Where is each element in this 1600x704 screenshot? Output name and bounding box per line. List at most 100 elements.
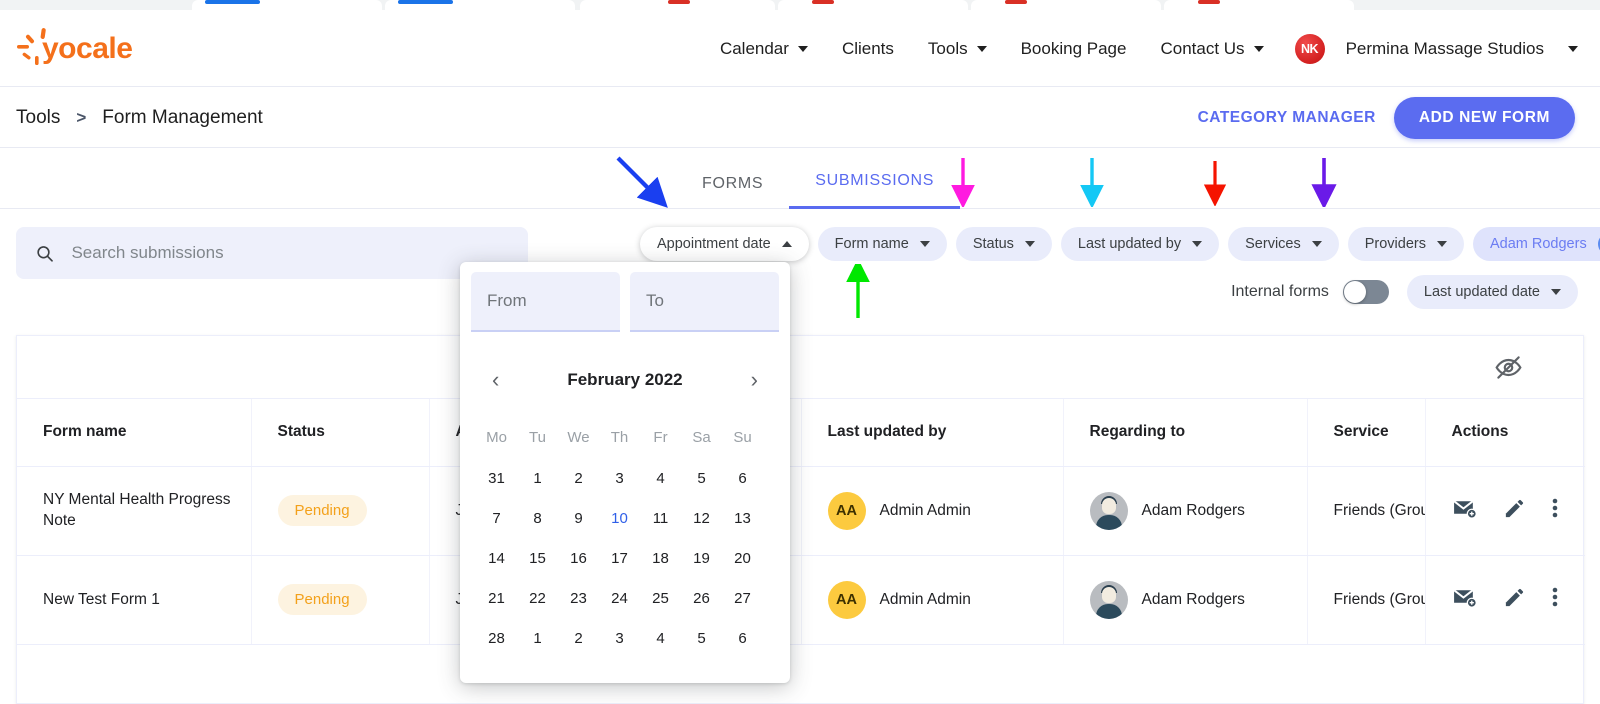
filter-chip-appointment-date[interactable]: Appointment date <box>640 227 809 261</box>
calendar-day[interactable]: 19 <box>681 538 722 578</box>
calendar-day[interactable]: 2 <box>558 458 599 498</box>
calendar-day[interactable]: 13 <box>722 498 763 538</box>
yocale-logo[interactable]: yocale <box>14 26 134 72</box>
browser-tab-4[interactable] <box>778 0 968 10</box>
nav-item-tools[interactable]: Tools <box>911 39 1004 59</box>
filter-chip-last-updated-by-label: Last updated by <box>1077 236 1182 252</box>
calendar-day[interactable]: 28 <box>476 618 517 658</box>
calendar-day[interactable]: 5 <box>681 618 722 658</box>
pencil-icon[interactable] <box>1503 586 1526 614</box>
filter-chip-adam-rodgers-label: Adam Rodgers <box>1489 236 1587 252</box>
table-row[interactable]: New Test Form 1 Pending Jan 18 AA Admin … <box>17 555 1585 645</box>
avatar: AA <box>827 580 866 619</box>
calendar-day[interactable]: 6 <box>722 458 763 498</box>
envelope-icon[interactable] <box>1452 496 1477 526</box>
calendar-day[interactable]: 4 <box>640 458 681 498</box>
filter-chip-services[interactable]: Services <box>1228 227 1339 261</box>
envelope-icon[interactable] <box>1452 585 1477 615</box>
more-vertical-icon[interactable] <box>1552 585 1558 614</box>
filter-chip-last-updated-by[interactable]: Last updated by <box>1060 227 1220 261</box>
cell-form-name: NY Mental Health Progress Note <box>17 466 252 556</box>
column-header-service[interactable]: Service <box>1307 399 1426 467</box>
calendar-day[interactable]: 24 <box>599 578 640 618</box>
breadcrumb-parent[interactable]: Tools <box>16 107 60 129</box>
column-header-form-name[interactable]: Form name <box>17 399 252 467</box>
cell-last-updated-by: AA Admin Admin <box>801 555 1064 645</box>
calendar-day[interactable]: 9 <box>558 498 599 538</box>
pencil-icon[interactable] <box>1503 497 1526 525</box>
calendar-day[interactable]: 12 <box>681 498 722 538</box>
calendar-day[interactable]: 7 <box>476 498 517 538</box>
table-row[interactable]: NY Mental Health Progress Note Pending J… <box>17 466 1585 556</box>
column-header-regarding-to[interactable]: Regarding to <box>1063 399 1308 467</box>
calendar-day[interactable]: 25 <box>640 578 681 618</box>
filter-chip-form-name-label: Form name <box>834 236 909 252</box>
calendar-grid: Mo Tu We Th Fr Sa Su 31 1 2 3 4 5 6 7 8 … <box>460 416 790 658</box>
filter-chip-adam-rodgers[interactable]: Adam Rodgers ✕ <box>1472 227 1600 261</box>
nav-item-clients[interactable]: Clients <box>825 39 911 59</box>
calendar-day[interactable]: 18 <box>640 538 681 578</box>
nav-item-calendar[interactable]: Calendar <box>703 39 825 59</box>
calendar-day[interactable]: 3 <box>599 618 640 658</box>
calendar-day-today[interactable]: 10 <box>599 498 640 538</box>
filter-chip-providers[interactable]: Providers <box>1347 227 1464 261</box>
internal-forms-label: Internal forms <box>1231 283 1329 300</box>
calendar-day[interactable]: 1 <box>517 458 558 498</box>
calendar-day[interactable]: 14 <box>476 538 517 578</box>
internal-forms-toggle-group[interactable]: Internal forms <box>1231 280 1389 304</box>
calendar-day[interactable]: 23 <box>558 578 599 618</box>
browser-tab-5[interactable] <box>971 0 1161 10</box>
category-manager-button[interactable]: CATEGORY MANAGER <box>1198 109 1376 127</box>
chevron-right-icon: > <box>76 107 87 127</box>
column-header-status[interactable]: Status <box>251 399 430 467</box>
calendar-day[interactable]: 16 <box>558 538 599 578</box>
calendar-day[interactable]: 2 <box>558 618 599 658</box>
calendar-day[interactable]: 31 <box>476 458 517 498</box>
calendar-day[interactable]: 6 <box>722 618 763 658</box>
filter-chip-form-name[interactable]: Form name <box>817 227 947 261</box>
chevron-left-icon[interactable]: ‹ <box>492 369 499 391</box>
calendar-day[interactable]: 22 <box>517 578 558 618</box>
calendar-day[interactable]: 1 <box>517 618 558 658</box>
calendar-day[interactable]: 26 <box>681 578 722 618</box>
browser-tab-6[interactable] <box>1164 0 1354 10</box>
sort-chip-last-updated-date[interactable]: Last updated date <box>1406 275 1578 309</box>
tab-forms[interactable]: FORMS <box>676 175 789 209</box>
calendar-day[interactable]: 5 <box>681 458 722 498</box>
internal-forms-toggle[interactable] <box>1342 280 1389 304</box>
date-to-field[interactable]: To <box>630 272 779 332</box>
calendar-day[interactable]: 21 <box>476 578 517 618</box>
calendar-day[interactable]: 20 <box>722 538 763 578</box>
dow-th: Th <box>610 428 629 446</box>
calendar-day[interactable]: 4 <box>640 618 681 658</box>
more-vertical-icon[interactable] <box>1552 496 1558 525</box>
nav-item-contact-us[interactable]: Contact Us <box>1143 39 1280 59</box>
dow-su: Su <box>733 428 752 446</box>
column-header-last-updated-by[interactable]: Last updated by <box>801 399 1064 467</box>
account-menu[interactable]: NK Permina Massage Studios <box>1281 33 1578 64</box>
search-input[interactable] <box>69 242 509 264</box>
add-new-form-button[interactable]: ADD NEW FORM <box>1393 96 1575 139</box>
dow-mo: Mo <box>486 428 507 446</box>
calendar-day[interactable]: 15 <box>517 538 558 578</box>
calendar-day[interactable]: 11 <box>640 498 681 538</box>
search-submissions-box[interactable] <box>16 227 528 279</box>
chevron-right-icon[interactable]: › <box>751 369 758 391</box>
date-from-field[interactable]: From <box>471 272 620 332</box>
status-badge: Pending <box>277 495 367 526</box>
tab-submissions[interactable]: SUBMISSIONS <box>789 172 961 209</box>
header-actions: CATEGORY MANAGER ADD NEW FORM <box>1198 87 1575 148</box>
breadcrumb: Tools > Form Management <box>16 87 263 148</box>
filter-chip-status[interactable]: Status <box>955 227 1052 261</box>
nav-item-contact-us-label: Contact Us <box>1160 38 1245 58</box>
eye-off-icon[interactable] <box>1494 353 1523 387</box>
cell-status: Pending <box>251 466 430 556</box>
calendar-week-row: 21 22 23 24 25 26 27 <box>476 578 774 618</box>
calendar-day[interactable]: 17 <box>599 538 640 578</box>
nav-item-booking-page[interactable]: Booking Page <box>1004 39 1144 59</box>
nav-item-calendar-label: Calendar <box>719 38 789 58</box>
calendar-day[interactable]: 3 <box>599 458 640 498</box>
calendar-day[interactable]: 8 <box>517 498 558 538</box>
top-navigation-bar: yocale Calendar Clients Tools Booking Pa… <box>0 10 1600 87</box>
calendar-day[interactable]: 27 <box>722 578 763 618</box>
